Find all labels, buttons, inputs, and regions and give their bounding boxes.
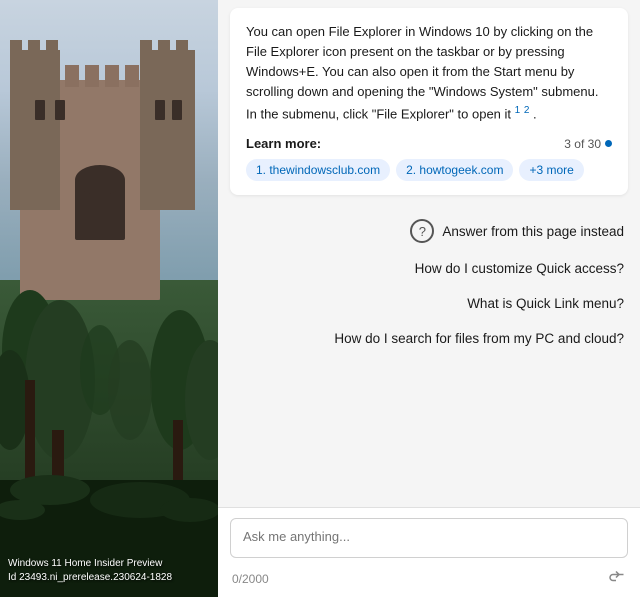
suggestions-section: ? Answer from this page instead How do I… [218, 203, 640, 360]
source-chip-2[interactable]: 2. howtogeek.com [396, 159, 513, 181]
wallpaper-panel: Windows 11 Home Insider Preview Id 23493… [0, 0, 218, 597]
citation-1[interactable]: 1 [515, 105, 521, 116]
ask-input[interactable] [230, 518, 628, 558]
answer-card: You can open File Explorer in Windows 10… [230, 8, 628, 195]
source-links: 1. thewindowsclub.com 2. howtogeek.com +… [246, 159, 612, 181]
wallpaper-caption: Windows 11 Home Insider Preview Id 23493… [8, 557, 172, 585]
learn-more-label: Learn more: [246, 136, 321, 151]
answer-text: You can open File Explorer in Windows 10… [246, 22, 612, 124]
answer-from-page-text: Answer from this page instead [442, 224, 624, 239]
chat-panel: You can open File Explorer in Windows 10… [218, 0, 640, 597]
input-footer: 0/2000 [230, 569, 628, 589]
chat-content: You can open File Explorer in Windows 10… [218, 0, 640, 507]
more-sources-chip[interactable]: +3 more [519, 159, 583, 181]
input-wrapper [230, 518, 628, 563]
page-counter: 3 of 30 [564, 137, 612, 151]
page-dot [605, 140, 612, 147]
learn-more-row: Learn more: 3 of 30 [246, 136, 612, 151]
char-count: 0/2000 [232, 572, 269, 586]
suggestion-item-2[interactable]: What is Quick Link menu? [230, 286, 628, 321]
send-button[interactable] [606, 569, 626, 589]
source-chip-1[interactable]: 1. thewindowsclub.com [246, 159, 390, 181]
suggestion-item-1[interactable]: How do I customize Quick access? [230, 251, 628, 286]
citation-2[interactable]: 2 [524, 105, 530, 116]
suggestion-item-3[interactable]: How do I search for files from my PC and… [230, 321, 628, 356]
answer-from-page-button[interactable]: ? Answer from this page instead [230, 211, 628, 251]
input-area: 0/2000 [218, 507, 640, 597]
question-icon: ? [410, 219, 434, 243]
